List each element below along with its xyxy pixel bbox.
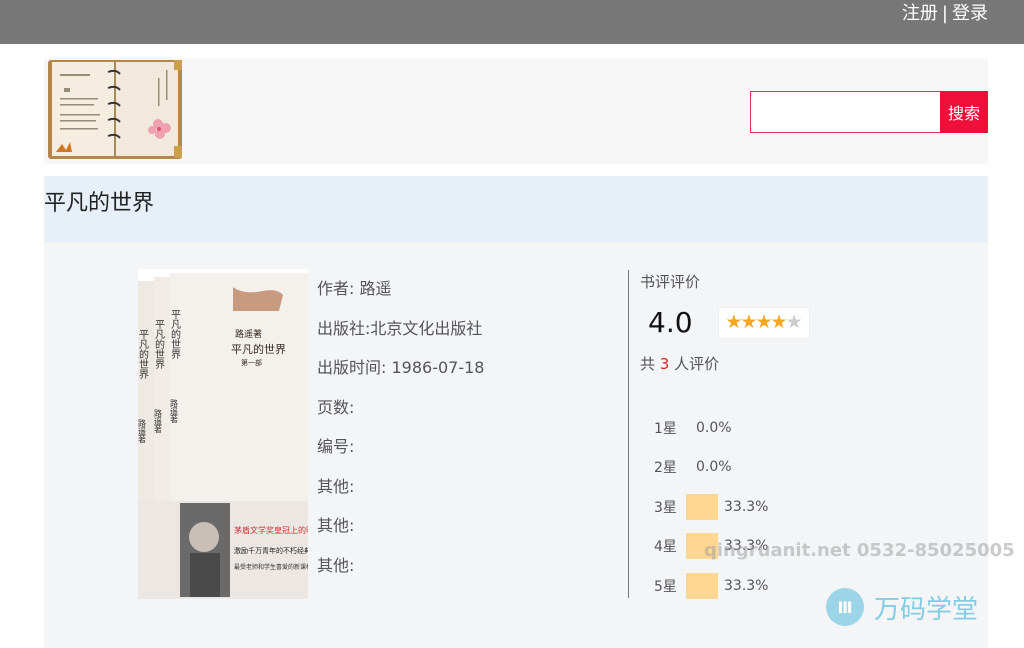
info-publish-date: 出版时间: 1986-07-18 bbox=[317, 358, 485, 377]
svg-text:路遥著: 路遥著 bbox=[138, 418, 147, 444]
svg-text:最受老师和学生喜爱的新课标必读书: 最受老师和学生喜爱的新课标必读书 bbox=[234, 563, 308, 571]
dist-label: 1星 bbox=[654, 420, 677, 437]
svg-text:平凡的世界: 平凡的世界 bbox=[169, 309, 181, 360]
svg-text:路遥著: 路遥著 bbox=[235, 328, 262, 340]
dist-label: 2星 bbox=[654, 460, 677, 477]
dist-percent: 33.3% bbox=[724, 577, 769, 594]
book-title: 平凡的世界 bbox=[44, 191, 155, 216]
rating-distribution: 1星 0.0% 2星 0.0% 3星 33.3% 4星 33.3% 5星 33.… bbox=[654, 408, 768, 606]
auth-links: 注册 | 登录 bbox=[902, 2, 988, 26]
brand-watermark: Ⅲ 万码学堂 bbox=[826, 588, 978, 626]
dist-label: 4星 bbox=[654, 539, 677, 556]
search-box: 搜索 bbox=[750, 91, 988, 133]
book-info: 作者: 路遥 出版社:北京文化出版社 出版时间: 1986-07-18 页数: … bbox=[317, 276, 484, 592]
dist-percent: 0.0% bbox=[696, 419, 732, 436]
register-link[interactable]: 注册 bbox=[902, 2, 938, 26]
dist-bar bbox=[686, 572, 718, 599]
count-prefix: 共 bbox=[640, 355, 656, 373]
rating-label: 书评评价 bbox=[640, 273, 701, 291]
score-row: 4.0 ★ ★ ★ ★ ★ bbox=[640, 306, 980, 339]
divider bbox=[628, 270, 629, 598]
title-bar: 平凡的世界 bbox=[44, 176, 988, 242]
auth-separator: | bbox=[941, 3, 948, 24]
dist-label: 3星 bbox=[654, 499, 677, 516]
svg-text:平凡的世界: 平凡的世界 bbox=[231, 342, 286, 356]
brand-logo-icon: Ⅲ bbox=[826, 588, 864, 626]
info-pages: 页数: bbox=[317, 397, 355, 417]
info-other: 其他: bbox=[317, 476, 355, 496]
header: 搜索 bbox=[44, 58, 988, 164]
info-publisher: 出版社:北京文化出版社 bbox=[317, 318, 483, 338]
watermark-text: qingruanit.net 0532-85025005 bbox=[704, 540, 1015, 561]
info-other: 其他: bbox=[317, 555, 355, 575]
rating-count: 共 3 人评价 bbox=[640, 353, 980, 374]
search-input[interactable] bbox=[750, 91, 940, 133]
dist-row: 5星 33.3% bbox=[654, 566, 768, 606]
count-suffix: 人评价 bbox=[674, 355, 720, 373]
info-author: 作者: 路遥 bbox=[317, 279, 392, 298]
rating-score: 4.0 bbox=[648, 306, 693, 339]
star-empty-icon: ★ bbox=[785, 311, 803, 333]
book-cover-image: 路遥著 平凡的世界 第一部 茅盾文学奖皇冠上的明珠 激励千万青年的不朽经典 最受… bbox=[138, 269, 308, 599]
dist-percent: 33.3% bbox=[724, 498, 769, 515]
top-bar: 注册 | 登录 bbox=[0, 0, 1024, 44]
svg-text:茅盾文学奖皇冠上的明珠: 茅盾文学奖皇冠上的明珠 bbox=[234, 525, 308, 535]
count-number: 3 bbox=[659, 355, 670, 373]
svg-text:路遥著: 路遥著 bbox=[170, 398, 179, 424]
svg-text:平凡的世界: 平凡的世界 bbox=[153, 319, 165, 370]
svg-text:平凡的世界: 平凡的世界 bbox=[138, 329, 149, 380]
dist-row: 2星 0.0% bbox=[654, 448, 768, 488]
dist-row: 3星 33.3% bbox=[654, 487, 768, 527]
svg-text:路遥著: 路遥著 bbox=[154, 408, 163, 434]
search-button[interactable]: 搜索 bbox=[940, 91, 988, 133]
login-link[interactable]: 登录 bbox=[952, 2, 988, 26]
dist-row: 1星 0.0% bbox=[654, 408, 768, 448]
dist-label: 5星 bbox=[654, 578, 677, 595]
rating-panel: 书评评价 4.0 ★ ★ ★ ★ ★ 共 3 人评价 1星 0.0% 2星 0.… bbox=[640, 270, 980, 599]
info-number: 编号: bbox=[317, 437, 355, 456]
notebook-logo-icon[interactable] bbox=[46, 58, 184, 161]
brand-text: 万码学堂 bbox=[874, 594, 979, 625]
svg-text:第一部: 第一部 bbox=[241, 358, 262, 367]
svg-text:激励千万青年的不朽经典: 激励千万青年的不朽经典 bbox=[234, 546, 308, 555]
dist-bar bbox=[686, 493, 718, 520]
dist-percent: 0.0% bbox=[696, 459, 732, 476]
star-rating: ★ ★ ★ ★ ★ bbox=[718, 306, 810, 339]
info-other: 其他: bbox=[317, 516, 355, 535]
